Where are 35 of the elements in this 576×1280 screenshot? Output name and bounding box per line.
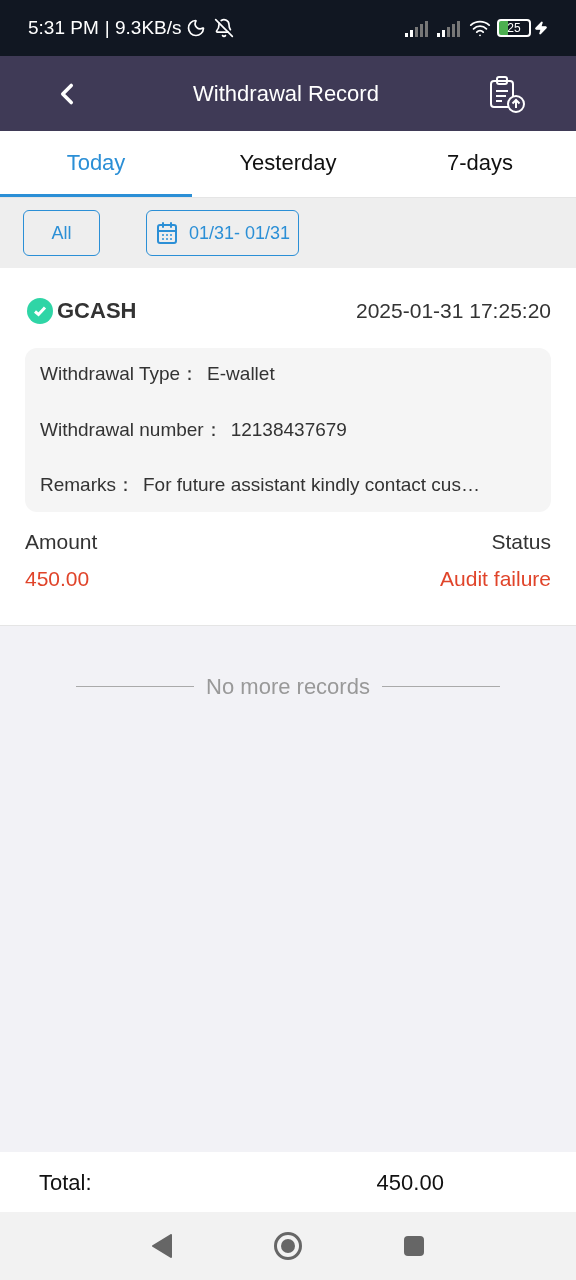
total-label: Total:: [39, 1168, 92, 1197]
page-title: Withdrawal Record: [192, 80, 380, 108]
status-value: Audit failure: [440, 566, 551, 592]
end-of-list-note: No more records: [206, 672, 370, 701]
charging-icon: [534, 21, 548, 35]
signal-icon: [405, 19, 431, 37]
back-nav-icon[interactable]: [151, 1234, 173, 1258]
network-speed: | 9.3KB/s: [104, 15, 182, 40]
status-time: 5:31 PM: [28, 15, 99, 40]
total-value: 450.00: [376, 1168, 444, 1197]
detail-value: For future assistant kindly contact cus…: [143, 473, 480, 497]
tab[interactable]: 7-days: [384, 131, 576, 197]
battery-icon: 25: [497, 19, 531, 37]
signal-icon: [437, 19, 463, 37]
amount-label: Amount: [25, 528, 98, 555]
detail-value: 12138437679: [230, 417, 347, 442]
detail-value: E-wallet: [207, 362, 275, 386]
clipboard-upload-icon: [488, 74, 526, 113]
recents-nav-icon[interactable]: [403, 1235, 425, 1257]
tab[interactable]: Yesterday: [192, 131, 384, 197]
detail-label: Withdrawal Type：: [40, 362, 200, 386]
record-time: 2025-01-31 17:25:20: [356, 297, 551, 324]
type-filter-button[interactable]: All: [23, 210, 100, 256]
wallet-logo-icon: [27, 297, 53, 324]
home-nav-icon[interactable]: [273, 1231, 303, 1261]
status-label: Status: [491, 528, 551, 555]
moon-icon: [185, 18, 206, 38]
bell-off-icon: [213, 18, 234, 38]
payment-method: GCASH: [57, 297, 137, 325]
detail-label: Remarks：: [40, 473, 135, 497]
detail-label: Withdrawal number：: [40, 417, 223, 442]
calendar-icon: [155, 221, 179, 245]
amount-value: 450.00: [25, 566, 90, 592]
export-button[interactable]: [488, 74, 526, 113]
date-range-button[interactable]: 01/31- 01/31: [146, 210, 300, 256]
